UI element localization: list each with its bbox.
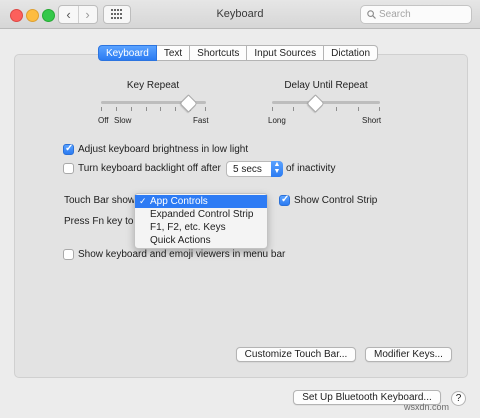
- tab-input-sources[interactable]: Input Sources: [247, 45, 325, 61]
- backlight-timeout-popup[interactable]: 5 secs ▲ ▼: [226, 161, 283, 177]
- delay-until-repeat-tick: [357, 107, 359, 111]
- back-chevron-icon[interactable]: ‹: [59, 6, 79, 23]
- key-repeat-tick: [115, 107, 117, 111]
- touch-bar-dropdown-menu: ✓ App Controls Expanded Control Strip F1…: [134, 193, 268, 249]
- help-button[interactable]: ?: [451, 391, 466, 406]
- menu-item-f-keys[interactable]: F1, F2, etc. Keys: [135, 221, 267, 234]
- menu-item-label: Quick Actions: [150, 235, 211, 246]
- menu-item-app-controls[interactable]: ✓ App Controls: [135, 195, 267, 208]
- tab-bar: Keyboard Text Shortcuts Input Sources Di…: [98, 45, 379, 61]
- key-repeat-label: Key Repeat: [126, 80, 180, 91]
- window-title: Keyboard: [216, 8, 264, 20]
- backlight-off-checkbox[interactable]: [63, 163, 74, 174]
- key-repeat-off-label: Off: [98, 116, 109, 125]
- adjust-brightness-checkbox[interactable]: [63, 143, 74, 155]
- delay-until-repeat-tick: [336, 107, 338, 111]
- customize-touch-bar-button[interactable]: Customize Touch Bar...: [236, 347, 356, 362]
- menu-item-label: App Controls: [150, 196, 208, 207]
- key-repeat-tick: [101, 107, 102, 111]
- key-repeat-tick: [175, 107, 177, 111]
- tab-text[interactable]: Text: [156, 45, 191, 61]
- forward-chevron-icon[interactable]: ›: [78, 6, 97, 23]
- menu-item-quick-actions[interactable]: Quick Actions: [135, 234, 267, 247]
- close-window-button[interactable]: [10, 9, 23, 22]
- key-repeat-tick: [160, 107, 162, 111]
- minimize-window-button[interactable]: [26, 9, 39, 22]
- delay-until-repeat-tick: [293, 107, 295, 111]
- navigation-buttons: ‹ ›: [58, 5, 98, 24]
- menu-item-label: F1, F2, etc. Keys: [150, 222, 226, 233]
- touch-bar-shows-label: Touch Bar shows: [64, 195, 141, 206]
- show-viewers-label: Show keyboard and emoji viewers in menu …: [78, 249, 286, 260]
- menu-item-label: Expanded Control Strip: [150, 209, 254, 220]
- search-field[interactable]: Search: [360, 5, 472, 24]
- title-bar: ‹ › Keyboard Search: [0, 0, 480, 29]
- backlight-off-label: Turn keyboard backlight off after: [78, 163, 221, 174]
- key-repeat-tick: [145, 107, 147, 111]
- delay-until-repeat-tick: [379, 107, 380, 111]
- modifier-keys-button[interactable]: Modifier Keys...: [365, 347, 452, 362]
- adjust-brightness-label: Adjust keyboard brightness in low light: [78, 144, 249, 155]
- tab-shortcuts[interactable]: Shortcuts: [190, 45, 248, 61]
- press-fn-key-label: Press Fn key to: [64, 216, 134, 227]
- delay-long-label: Long: [268, 116, 286, 125]
- tab-dictation[interactable]: Dictation: [324, 45, 379, 61]
- tab-keyboard[interactable]: Keyboard: [98, 45, 157, 61]
- key-repeat-slow-label: Slow: [114, 116, 132, 125]
- search-placeholder: Search: [379, 9, 411, 20]
- popup-arrows-icon: ▲ ▼: [271, 161, 283, 177]
- menu-item-expanded-control-strip[interactable]: Expanded Control Strip: [135, 208, 267, 221]
- inactivity-label: of inactivity: [286, 163, 336, 174]
- key-repeat-tick: [130, 107, 132, 111]
- key-repeat-fast-label: Fast: [193, 116, 209, 125]
- key-repeat-tick: [205, 107, 206, 111]
- search-icon: [367, 10, 376, 19]
- delay-until-repeat-slider-track[interactable]: [272, 101, 380, 104]
- delay-until-repeat-label: Delay Until Repeat: [284, 80, 368, 91]
- preferences-window: ‹ › Keyboard Search Keyboard Text Shortc…: [0, 0, 480, 418]
- delay-short-label: Short: [362, 116, 382, 125]
- zoom-window-button[interactable]: [42, 9, 55, 22]
- show-control-strip-label: Show Control Strip: [294, 195, 378, 206]
- watermark: wsxdn.com: [404, 402, 450, 412]
- backlight-timeout-value: 5 secs: [233, 164, 262, 175]
- show-viewers-checkbox[interactable]: [63, 249, 74, 260]
- show-control-strip-checkbox[interactable]: [279, 194, 290, 206]
- checkmark-icon: ✓: [139, 196, 147, 206]
- show-all-grid-icon[interactable]: [103, 5, 131, 24]
- delay-until-repeat-tick: [272, 107, 273, 111]
